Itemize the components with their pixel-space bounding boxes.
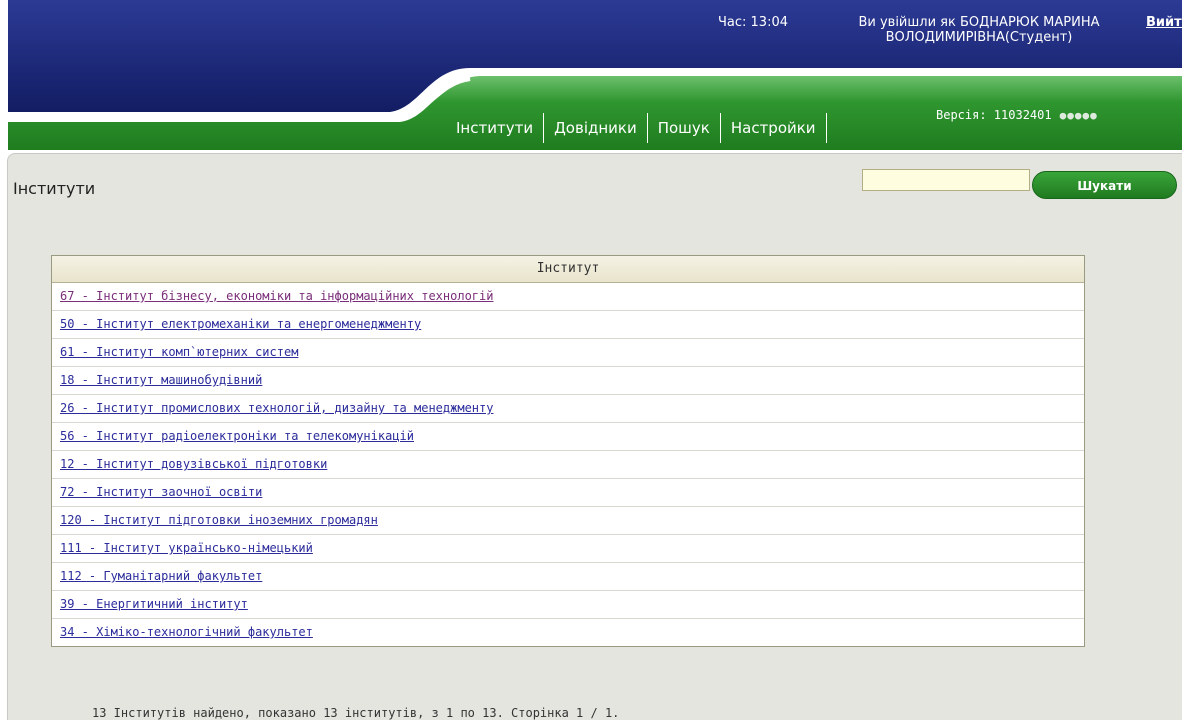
institute-link[interactable]: 56 - Інститут радіоелектроніки та телеко… (60, 429, 414, 443)
nav-directories[interactable]: Довідники (544, 113, 648, 143)
version-label: Версія: 11032401 (936, 108, 1052, 122)
table-row: 61 - Інститут комп`ютерних систем (52, 339, 1084, 367)
institute-link[interactable]: 111 - Інститут українсько-німецький (60, 541, 313, 555)
institute-link[interactable]: 112 - Гуманітарний факультет (60, 569, 262, 583)
table-row: 72 - Інститут заочної освіти (52, 479, 1084, 507)
table-row: 112 - Гуманітарний факультет (52, 563, 1084, 591)
user-info: Ви увійшли як БОДНАРЮК МАРИНА ВОЛОДИМИРІ… (858, 15, 1100, 45)
table-row: 50 - Інститут електромеханіки та енергом… (52, 311, 1084, 339)
search-button[interactable]: Шукати (1032, 171, 1177, 199)
institute-link[interactable]: 39 - Енергитичний інститут (60, 597, 248, 611)
nav-search[interactable]: Пошук (648, 113, 721, 143)
content-panel: Інститути Шукати Інститут 67 - Інститут … (7, 153, 1182, 720)
table-row: 111 - Інститут українсько-німецький (52, 535, 1084, 563)
table-row: 120 - Інститут підготовки іноземних гром… (52, 507, 1084, 535)
institute-link[interactable]: 72 - Інститут заочної освіти (60, 485, 262, 499)
page-title: Інститути (13, 179, 96, 198)
institute-link[interactable]: 12 - Інститут довузівської підготовки (60, 457, 327, 471)
header: Час: 13:04 Ви увійшли як БОДНАРЮК МАРИНА… (0, 0, 1182, 153)
table-row: 12 - Інститут довузівської підготовки (52, 451, 1084, 479)
table-row: 26 - Інститут промислових технологій, ди… (52, 395, 1084, 423)
institutes-table: Інститут 67 - Інститут бізнесу, економік… (51, 255, 1085, 647)
main-nav: Інститути Довідники Пошук Настройки (446, 113, 827, 143)
table-row: 34 - Хіміко-технологічний факультет (52, 619, 1084, 646)
clock-label: Час: 13:04 (718, 15, 789, 30)
table-header: Інститут (52, 256, 1084, 283)
version-info: Версія: 11032401 ●●●●● (936, 108, 1098, 122)
institute-link[interactable]: 67 - Інститут бізнесу, економіки та інфо… (60, 289, 493, 303)
table-row: 56 - Інститут радіоелектроніки та телеко… (52, 423, 1084, 451)
table-row: 18 - Інститут машинобудівний (52, 367, 1084, 395)
search-input[interactable] (862, 169, 1030, 191)
table-row: 67 - Інститут бізнесу, економіки та інфо… (52, 283, 1084, 311)
institute-link[interactable]: 26 - Інститут промислових технологій, ди… (60, 401, 493, 415)
table-row: 39 - Енергитичний інститут (52, 591, 1084, 619)
status-dots-icon: ●●●●● (1059, 108, 1098, 122)
nav-settings[interactable]: Настройки (721, 113, 827, 143)
results-summary: 13 Інститутів найдено, показано 13 інсти… (92, 706, 620, 720)
logout-link[interactable]: Вийти (1146, 15, 1182, 30)
institute-link[interactable]: 18 - Інститут машинобудівний (60, 373, 262, 387)
institute-link[interactable]: 120 - Інститут підготовки іноземних гром… (60, 513, 378, 527)
institute-link[interactable]: 34 - Хіміко-технологічний факультет (60, 625, 313, 639)
institute-link[interactable]: 61 - Інститут комп`ютерних систем (60, 345, 298, 359)
institute-link[interactable]: 50 - Інститут електромеханіки та енергом… (60, 317, 421, 331)
nav-institutes[interactable]: Інститути (446, 113, 545, 143)
